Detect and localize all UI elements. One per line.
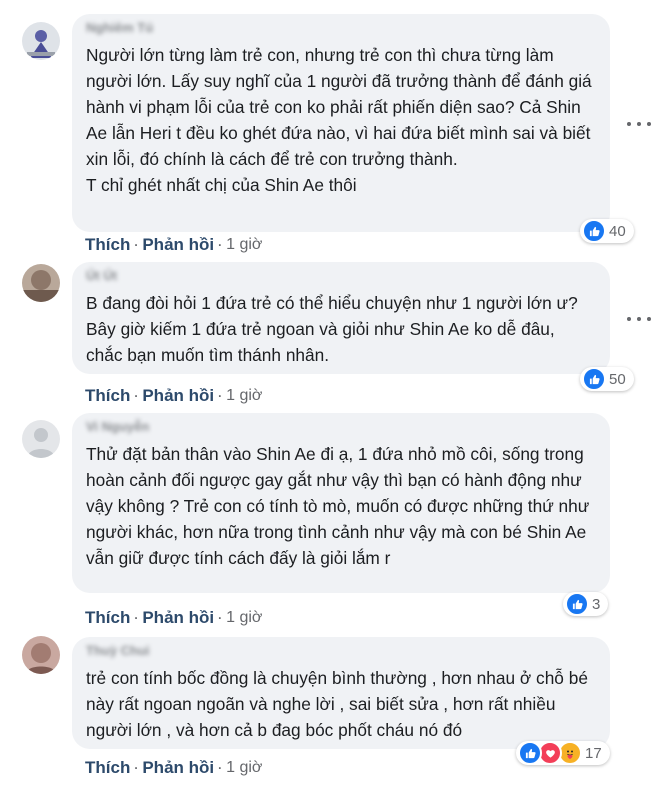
reaction-summary[interactable]: 17 xyxy=(516,741,610,765)
separator-dot: · xyxy=(218,611,223,625)
comment-time[interactable]: 1 giờ xyxy=(226,236,262,254)
more-options-icon[interactable] xyxy=(627,312,651,326)
like-button[interactable]: Thích xyxy=(85,386,130,406)
avatar[interactable] xyxy=(22,420,60,458)
reaction-count: 17 xyxy=(585,744,602,762)
avatar-image xyxy=(22,22,60,60)
separator-dot: · xyxy=(218,389,223,403)
comment-bubble: Út Út B đang đòi hỏi 1 đứa trẻ có thể hi… xyxy=(72,262,610,374)
reaction-summary[interactable]: 40 xyxy=(580,219,634,243)
comment-text: Người lớn từng làm trẻ con, nhưng trẻ co… xyxy=(86,45,592,195)
comment-text: Thử đặt bản thân vào Shin Ae đi ạ, 1 đứa… xyxy=(86,444,590,568)
separator-dot: · xyxy=(218,238,223,252)
comment-actions: Thích · Phản hồi · 1 giờ xyxy=(85,608,262,628)
reaction-summary[interactable]: 3 xyxy=(563,592,609,616)
like-button[interactable]: Thích xyxy=(85,608,130,628)
avatar-image xyxy=(22,636,60,674)
comment-time[interactable]: 1 giờ xyxy=(226,759,262,777)
like-icon xyxy=(565,592,589,616)
reply-button[interactable]: Phản hồi xyxy=(142,758,214,778)
comment-text: B đang đòi hỏi 1 đứa trẻ có thể hiểu chu… xyxy=(86,293,578,365)
comment-author[interactable]: Vi Nguyễn xyxy=(86,419,149,434)
comment-time[interactable]: 1 giờ xyxy=(226,609,262,627)
avatar[interactable] xyxy=(22,22,60,60)
more-options-icon[interactable] xyxy=(627,117,651,131)
avatar-image xyxy=(22,264,60,302)
comment-actions: Thích · Phản hồi · 1 giờ xyxy=(85,235,262,255)
reaction-count: 3 xyxy=(592,595,601,613)
reply-button[interactable]: Phản hồi xyxy=(142,608,214,628)
separator-dot: · xyxy=(218,761,223,775)
reply-button[interactable]: Phản hồi xyxy=(142,235,214,255)
separator-dot: · xyxy=(134,238,139,252)
separator-dot: · xyxy=(134,389,139,403)
reaction-count: 40 xyxy=(609,222,626,240)
avatar-image xyxy=(22,420,60,458)
comment-bubble: Nghiêm Tú Người lớn từng làm trẻ con, nh… xyxy=(72,14,610,232)
separator-dot: · xyxy=(134,611,139,625)
comment-actions: Thích · Phản hồi · 1 giờ xyxy=(85,386,262,406)
like-button[interactable]: Thích xyxy=(85,758,130,778)
comment-text: trẻ con tính bốc đồng là chuyện bình thư… xyxy=(86,668,588,740)
comment-bubble: Thuỳ Chui trẻ con tính bốc đồng là chuyệ… xyxy=(72,637,610,749)
comment-time[interactable]: 1 giờ xyxy=(226,387,262,405)
reaction-count: 50 xyxy=(609,370,626,388)
avatar[interactable] xyxy=(22,636,60,674)
like-icon xyxy=(518,741,542,765)
comment-author[interactable]: Út Út xyxy=(86,268,117,283)
avatar[interactable] xyxy=(22,264,60,302)
comment-author[interactable]: Thuỳ Chui xyxy=(86,643,150,658)
separator-dot: · xyxy=(134,761,139,775)
comment-bubble: Vi Nguyễn Thử đặt bản thân vào Shin Ae đ… xyxy=(72,413,610,593)
like-button[interactable]: Thích xyxy=(85,235,130,255)
reply-button[interactable]: Phản hồi xyxy=(142,386,214,406)
like-icon xyxy=(582,219,606,243)
like-icon xyxy=(582,367,606,391)
reaction-summary[interactable]: 50 xyxy=(580,367,634,391)
comment-actions: Thích · Phản hồi · 1 giờ xyxy=(85,758,262,778)
comment-author[interactable]: Nghiêm Tú xyxy=(86,20,153,35)
